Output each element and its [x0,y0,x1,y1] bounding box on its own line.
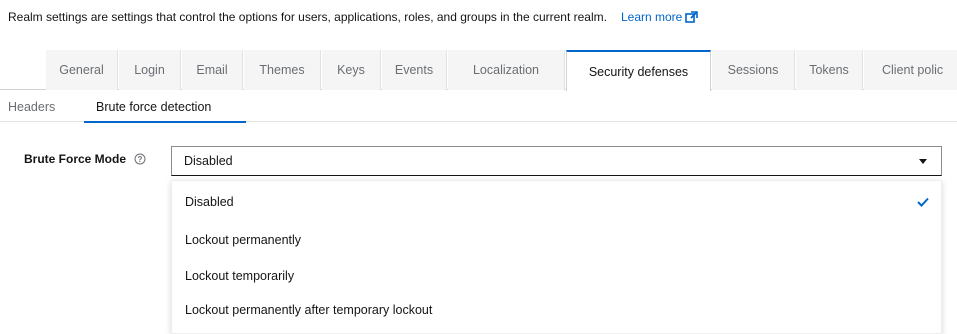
description-text: Realm settings are settings that control… [8,10,607,24]
tab-themes[interactable]: Themes [244,50,321,90]
subtab-label: Headers [8,100,56,114]
field-label-text: Brute Force Mode [24,152,127,166]
tab-label: Sessions [727,63,779,77]
brute-force-mode-select[interactable]: Disabled [171,146,942,176]
brute-force-mode-label: Brute Force Mode ? [24,152,146,166]
subtab-headers[interactable]: Headers [8,92,68,122]
tab-sessions[interactable]: Sessions [712,50,795,90]
learn-more-label: Learn more [620,10,683,24]
tab-label: Email [196,63,228,77]
caret-down-icon [919,159,927,164]
option-label: Disabled [185,195,234,209]
tab-localization[interactable]: Localization [448,50,565,90]
learn-more-link[interactable]: Learn more [620,10,699,24]
brute-force-mode-menu: Disabled Lockout permanently Lockout tem… [171,180,942,334]
option-lockout-permanently-after-temporary[interactable]: Lockout permanently after temporary lock… [172,293,941,327]
tab-events[interactable]: Events [382,50,447,90]
tab-label: Security defenses [588,64,689,79]
option-lockout-permanently[interactable]: Lockout permanently [172,223,941,257]
tab-label: Tokens [809,63,849,77]
tab-email[interactable]: Email [182,50,243,90]
tab-label: Themes [259,63,305,77]
tab-security-defenses[interactable]: Security defenses [566,50,711,91]
tab-label: Login [134,63,165,77]
tab-label: Keys [337,63,365,77]
tab-label: Events [394,63,434,77]
realm-settings-page: Realm settings are settings that control… [0,0,957,334]
tab-general[interactable]: General [46,50,118,90]
option-label: Lockout temporarily [185,269,295,283]
select-value: Disabled [184,154,233,168]
subtab-label: Brute force detection [96,100,212,114]
svg-text:?: ? [138,155,143,164]
check-icon [917,197,929,207]
tab-tokens[interactable]: Tokens [796,50,863,90]
security-defenses-subtabs: Headers Brute force detection [0,92,957,123]
option-disabled[interactable]: Disabled [172,185,941,219]
subtab-brute-force-detection[interactable]: Brute force detection [84,92,246,123]
option-label: Lockout permanently [185,233,302,247]
external-link-icon [685,11,699,23]
tab-login[interactable]: Login [119,50,181,90]
tab-client-policies[interactable]: Client polic [864,50,957,90]
tab-label: Localization [472,63,539,77]
tab-keys[interactable]: Keys [322,50,381,90]
tab-label: Client polic [882,63,944,77]
tab-label: General [59,63,104,77]
option-label: Lockout permanently after temporary lock… [185,303,433,317]
realm-settings-tabs: General Login Email Themes Keys Events L… [0,50,957,91]
help-circle-icon[interactable]: ? [134,153,146,165]
page-description: Realm settings are settings that control… [8,10,699,24]
option-lockout-temporarily[interactable]: Lockout temporarily [172,259,941,293]
